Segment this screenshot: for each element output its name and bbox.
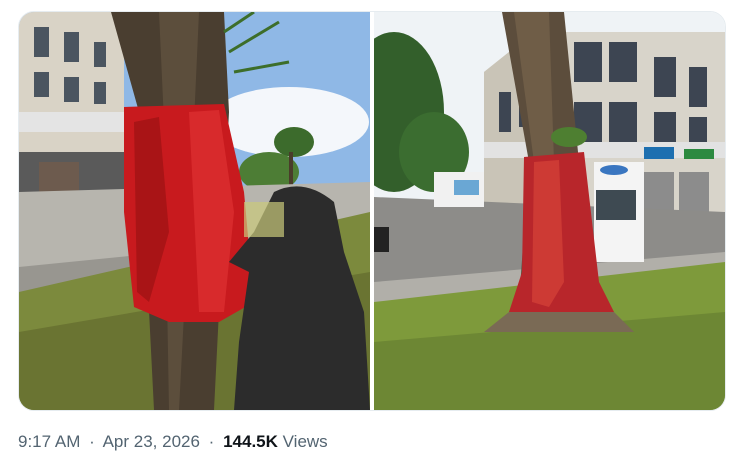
- photo-tree-painted-red[interactable]: [374, 12, 725, 410]
- views-label: Views: [282, 432, 328, 451]
- views-count: 144.5K: [223, 432, 278, 451]
- tweet-media-grid: [18, 11, 726, 411]
- post-date[interactable]: Apr 23, 2026: [103, 432, 200, 451]
- separator-dot-2: ·: [208, 432, 215, 451]
- photo-left-image: [19, 12, 370, 410]
- post-metadata: 9:17 AM · Apr 23, 2026 · 144.5K Views: [18, 432, 328, 452]
- post-time[interactable]: 9:17 AM: [18, 432, 80, 451]
- photo-tree-wrapped-red-cloth[interactable]: [19, 12, 370, 410]
- separator-dot: ·: [89, 432, 95, 451]
- photo-right-image: [374, 12, 725, 410]
